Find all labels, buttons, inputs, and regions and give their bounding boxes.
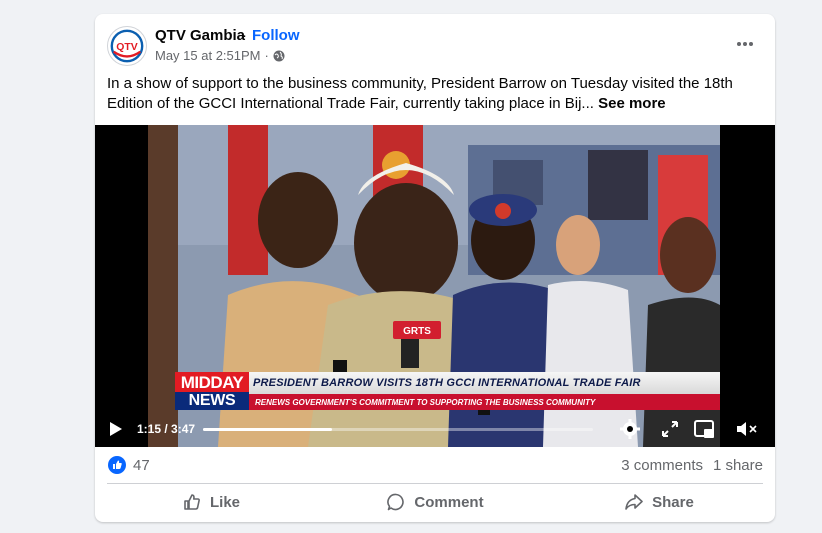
like-count[interactable]: 47 xyxy=(133,457,150,474)
comment-bubble-icon xyxy=(387,493,405,511)
see-more-link[interactable]: See more xyxy=(598,95,666,112)
ticker-label-news: NEWS xyxy=(175,392,249,410)
settings-gear-icon[interactable] xyxy=(619,418,641,440)
thumbs-up-icon xyxy=(184,494,200,510)
ticker-label-midday: MIDDAY xyxy=(175,372,249,394)
share-arrow-icon xyxy=(625,494,643,510)
news-ticker-headline-bar: MIDDAY PRESIDENT BARROW VISITS 18TH GCCI… xyxy=(175,372,720,394)
news-ticker-sub-bar: NEWS RENEWS GOVERNMENT'S COMMITMENT TO S… xyxy=(175,392,720,410)
shares-count-link[interactable]: 1 share xyxy=(713,457,763,474)
svg-text:QTV: QTV xyxy=(116,42,137,53)
post-card: QTV QTV Gambia · Follow May 15 at 2:51PM… xyxy=(95,14,775,522)
page-avatar[interactable]: QTV xyxy=(107,26,147,66)
follow-button[interactable]: Follow xyxy=(252,27,300,44)
share-button-label: Share xyxy=(652,493,694,511)
fullscreen-icon[interactable] xyxy=(661,420,679,438)
name-follow-separator: · xyxy=(242,27,247,44)
qtv-logo-icon: QTV xyxy=(110,29,144,63)
volume-muted-icon[interactable] xyxy=(735,419,759,439)
post-timestamp[interactable]: May 15 at 2:51PM xyxy=(155,48,261,63)
post-caption: In a show of support to the business com… xyxy=(107,74,762,114)
more-options-icon[interactable] xyxy=(731,34,759,54)
comment-button-label: Comment xyxy=(414,493,484,511)
post-header: QTV QTV Gambia · Follow May 15 at 2:51PM… xyxy=(95,14,775,74)
video-controls: 1:15 / 3:47 xyxy=(95,411,775,447)
video-time: 1:15 / 3:47 xyxy=(137,422,196,436)
like-button-label: Like xyxy=(209,493,240,511)
comments-count-link[interactable]: 3 comments xyxy=(621,457,703,474)
play-icon[interactable] xyxy=(109,421,123,437)
share-button[interactable]: Share xyxy=(547,486,771,518)
picture-in-picture-icon[interactable] xyxy=(693,418,717,440)
video-progress-bar[interactable] xyxy=(203,428,593,431)
video-player[interactable]: GRTS MIDDAY PRESIDENT BARROW VISITS 18TH… xyxy=(95,125,775,447)
post-actions: Like Comment Share xyxy=(99,486,771,518)
meta-separator: · xyxy=(264,48,269,63)
like-reaction-icon[interactable] xyxy=(108,456,126,474)
actions-divider xyxy=(107,483,763,484)
post-stats: 47 3 comments 1 share xyxy=(95,447,775,483)
comment-button[interactable]: Comment xyxy=(323,486,547,518)
globe-icon xyxy=(273,50,285,61)
video-progress-fill xyxy=(203,428,332,431)
page-name-link[interactable]: QTV Gambia xyxy=(155,27,245,44)
ticker-subheadline: RENEWS GOVERNMENT'S COMMITMENT TO SUPPOR… xyxy=(255,397,596,407)
svg-text:GRTS: GRTS xyxy=(403,326,431,337)
post-meta: May 15 at 2:51PM · xyxy=(155,48,285,63)
ticker-headline: PRESIDENT BARROW VISITS 18TH GCCI INTERN… xyxy=(253,377,641,389)
like-button[interactable]: Like xyxy=(99,486,323,518)
